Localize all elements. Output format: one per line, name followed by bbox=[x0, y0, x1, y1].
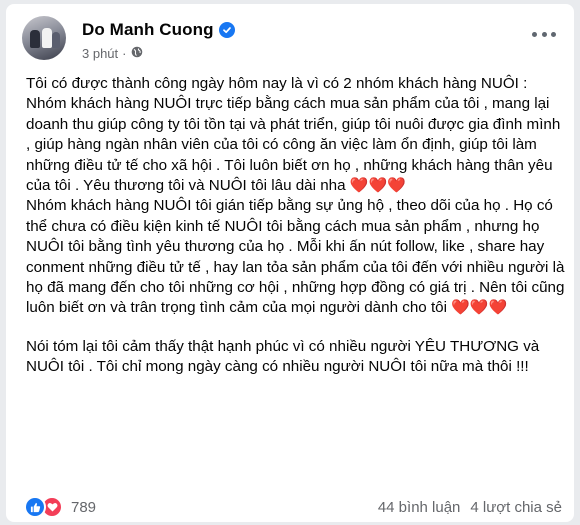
reactions-summary[interactable]: 789 bbox=[24, 496, 96, 518]
heart-emoji: ❤️❤️❤️ bbox=[349, 177, 406, 195]
globe-icon[interactable] bbox=[131, 46, 143, 61]
post-paragraph: Tôi có được thành công ngày hôm nay là v… bbox=[26, 75, 528, 92]
post-meta: 3 phút · bbox=[82, 46, 143, 61]
post-paragraph: Nhóm khách hàng NUÔI trực tiếp bằng cách… bbox=[26, 95, 561, 195]
post-footer: 789 44 bình luận 4 lượt chia sẻ bbox=[24, 494, 562, 520]
post-timestamp[interactable]: 3 phút bbox=[82, 46, 118, 61]
comment-count-link[interactable]: 44 bình luận bbox=[378, 499, 461, 516]
verified-check-icon bbox=[218, 22, 235, 38]
heart-emoji: ❤️❤️❤️ bbox=[451, 299, 508, 317]
engagement-stats: 44 bình luận 4 lượt chia sẻ bbox=[378, 499, 562, 516]
author-name-row: Do Manh Cuong bbox=[82, 20, 235, 40]
author-avatar[interactable] bbox=[22, 16, 66, 60]
more-options-icon[interactable] bbox=[532, 28, 556, 40]
post-paragraph: Nhóm khách hàng NUÔI tôi gián tiếp bằng … bbox=[26, 197, 565, 317]
reaction-count: 789 bbox=[71, 498, 97, 516]
post-header: Do Manh Cuong 3 phút · bbox=[20, 14, 564, 64]
post-content: Tôi có được thành công ngày hôm nay là v… bbox=[26, 74, 566, 378]
meta-separator: · bbox=[122, 46, 127, 61]
share-count-link[interactable]: 4 lượt chia sẻ bbox=[470, 499, 562, 516]
post-card: Do Manh Cuong 3 phút · Tôi có được thành… bbox=[6, 4, 574, 522]
like-reaction-icon bbox=[24, 496, 46, 518]
author-name[interactable]: Do Manh Cuong bbox=[82, 20, 214, 40]
post-paragraph: Nói tóm lại tôi cảm thấy thật hạnh phúc … bbox=[26, 337, 540, 376]
